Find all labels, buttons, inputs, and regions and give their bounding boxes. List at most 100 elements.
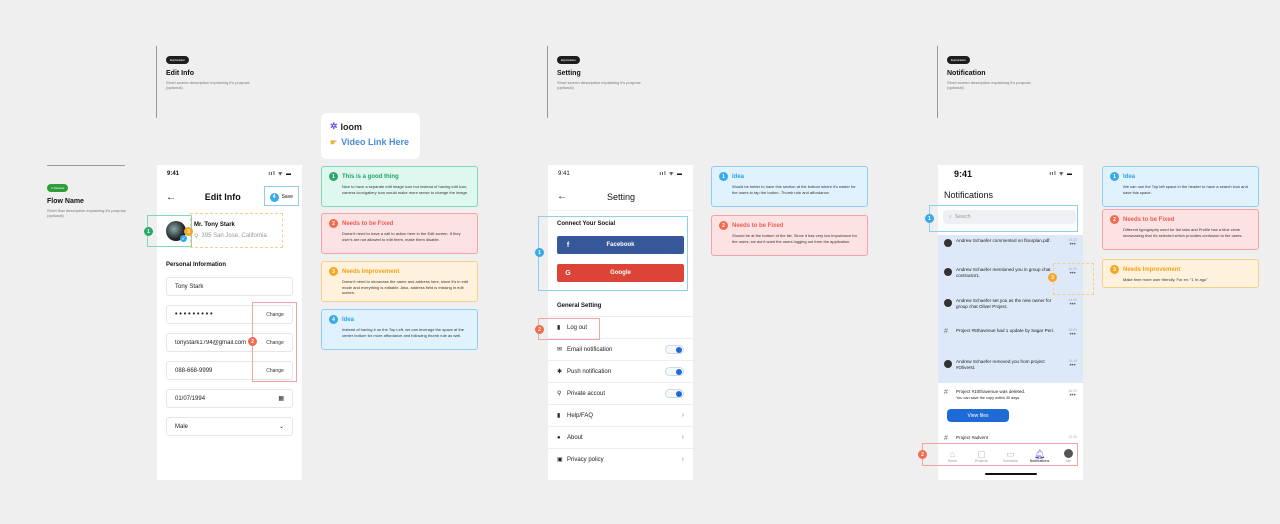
personal-info-heading: Personal Information [166, 262, 227, 268]
note-needs-fix: 2 Needs to be Fixed Doesn't need to have … [321, 213, 478, 254]
annotation-marker-2: 2 [248, 337, 257, 346]
status-badge: Exploration [166, 56, 190, 64]
signal-wifi-battery-icon: ııl ᯤ ▬ [659, 171, 683, 177]
pointing-hand-icon: ☛ [330, 137, 338, 147]
toggle-switch[interactable] [665, 389, 684, 398]
notification-item[interactable]: # Project #advent 12:33 [938, 435, 1083, 442]
more-options-icon[interactable]: ••• [1068, 363, 1077, 369]
signal-wifi-battery-icon: ııl ᯤ ▬ [268, 171, 292, 177]
status-time: 9:41 [167, 171, 180, 177]
chevron-right-icon: › [681, 456, 684, 463]
more-options-icon[interactable]: ••• [1068, 332, 1077, 338]
back-arrow-icon[interactable]: ← [557, 191, 567, 202]
section-divider [937, 46, 938, 118]
setting-item[interactable]: ● About › [548, 426, 693, 448]
setting-item-icon: ⚲ [557, 391, 562, 397]
notification-item[interactable]: Andrew Schaefer set you as the new owner… [938, 298, 1083, 310]
gender-select[interactable]: Male ⌄ [166, 417, 293, 436]
note-needs-fix: 2 Needs to be Fixed Should be at the bott… [711, 215, 868, 256]
note-needs-improvement: 3 Needs Improvement Doesn't need to showc… [321, 261, 478, 302]
notification-text: Andrew Schaefer set you as the new owner… [956, 298, 1052, 309]
section-description: Short screen description explaining it's… [166, 80, 250, 90]
chevron-down-icon: ⌄ [278, 424, 284, 430]
note-body: Make time more user friendly. For ex: "1… [1123, 277, 1208, 282]
notification-item[interactable]: # Project #10thavenue was deleted. You can… [938, 389, 1083, 401]
section-title: Setting [557, 70, 581, 77]
section-title: Edit Info [166, 70, 194, 77]
setting-item[interactable]: ▮ Help/FAQ › [548, 404, 693, 426]
highlight-name-address [190, 213, 283, 248]
calendar-icon: ▦ [278, 396, 284, 402]
highlight-social [538, 216, 688, 291]
chevron-right-icon: › [681, 412, 684, 419]
notification-text: Andrew Schaefer removed you from project… [956, 359, 1045, 370]
loom-card[interactable]: ✲ loom ☛ Video Link Here [321, 113, 420, 159]
avatar [944, 268, 952, 276]
note-body: We can use the Top left space in the hea… [1123, 184, 1248, 195]
note-title: Needs Improvement [1123, 266, 1181, 273]
setting-item[interactable]: ▣ Privacy policy › [548, 448, 693, 470]
note-number: 2 [1110, 215, 1119, 224]
home-indicator [985, 473, 1037, 475]
screen-title: Edit Info [204, 192, 241, 202]
note-number: 4 [329, 315, 338, 324]
setting-item-icon: ▣ [557, 457, 563, 463]
highlight-save [264, 186, 299, 206]
field-value: 01/07/1994 [175, 395, 206, 402]
setting-item-label: Private accout [567, 390, 606, 397]
note-number: 1 [329, 172, 338, 181]
loom-logo-icon: ✲ [330, 121, 338, 131]
notification-text: Project #5thavenue had 1 update by Sagar… [956, 328, 1055, 333]
view-files-button[interactable]: View files [947, 409, 1009, 422]
note-title: Idea [732, 173, 745, 180]
annotation-marker-1: 1 [535, 248, 544, 257]
notification-item[interactable]: # Project #5thavenue had 1 update by Saga… [938, 328, 1083, 338]
avatar [944, 239, 952, 247]
more-options-icon[interactable]: ••• [1068, 242, 1077, 248]
annotation-marker-3: 3 [1048, 273, 1057, 282]
note-body: Would be better to have this section at … [732, 184, 856, 195]
section-divider [156, 46, 157, 118]
toggle-switch[interactable] [665, 345, 684, 354]
section-description: Short screen description explaining it's… [947, 80, 1031, 90]
setting-item-icon: ✉ [557, 347, 563, 353]
section-title: Notification [947, 70, 986, 77]
back-arrow-icon[interactable]: ← [166, 192, 176, 203]
hashtag-icon: # [944, 328, 948, 335]
section-header-setting: Exploration Setting Short screen descrip… [557, 48, 642, 90]
name-field[interactable]: Tony Stark [166, 277, 293, 296]
avatar [944, 360, 952, 368]
note-idea: 1 Idea Would be better to have this secti… [711, 166, 868, 207]
notification-text: Project #advent [956, 435, 988, 440]
annotation-marker-2: 2 [535, 325, 544, 334]
section-header-edit-info: Exploration Edit Info Short screen descr… [166, 48, 251, 90]
flow-title: Flow Name [47, 198, 84, 205]
status-time: 9:41 [954, 169, 973, 179]
status-badge: Exploration [557, 56, 581, 64]
note-body: Should be at the bottom of the list. Sin… [732, 233, 857, 244]
setting-item[interactable]: ⚲ Private accout [548, 382, 693, 404]
notification-item[interactable]: Andrew Schaefer removed you from project… [938, 359, 1083, 371]
setting-item[interactable]: ✉ Email notification [548, 338, 693, 360]
more-options-icon[interactable]: ••• [1068, 393, 1077, 399]
note-number: 2 [719, 221, 728, 230]
note-body: Different typography used for the tabs a… [1123, 227, 1243, 238]
note-body: Instead of having it on the Top Left, we… [342, 327, 465, 338]
annotation-marker-2: 2 [918, 450, 927, 459]
setting-item-label: Push notification [567, 368, 612, 375]
section-header-notification: Exploration Notification Short screen de… [947, 48, 1032, 90]
setting-item[interactable]: ✱ Push notification [548, 360, 693, 382]
setting-item-icon: ● [557, 434, 561, 441]
chevron-right-icon: › [681, 434, 684, 441]
birthdate-field[interactable]: 01/07/1994 ▦ [166, 389, 293, 408]
flow-divider [47, 165, 125, 166]
video-link[interactable]: Video Link Here [341, 137, 409, 147]
notification-item[interactable]: Andrew Schaefer commented on floorplan.p… [938, 238, 1083, 248]
flow-description: Short flow description explaining it's p… [47, 208, 126, 218]
field-value: 088-668-9999 [175, 367, 213, 374]
toggle-switch[interactable] [665, 367, 684, 376]
note-body: Doesn't need to have a call to action he… [342, 231, 461, 242]
more-options-icon[interactable]: ••• [1068, 302, 1077, 308]
note-title: Idea [1123, 173, 1136, 180]
note-needs-fix: 2 Needs to be Fixed Different typography … [1102, 209, 1259, 250]
